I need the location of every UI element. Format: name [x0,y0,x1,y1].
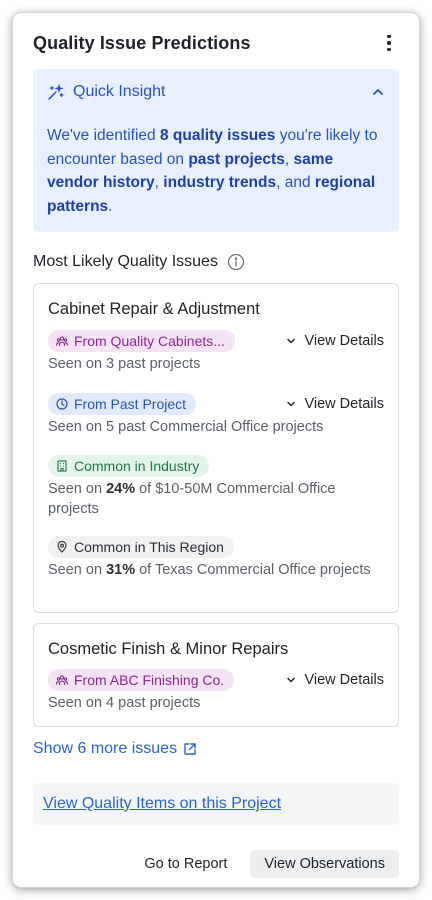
issue-title: Cabinet Repair & Adjustment [48,300,260,318]
issue-card: Cosmetic Finish & Minor Repairs From ABC… [33,623,399,727]
people-group-icon [56,336,68,346]
issue-source-row: From ABC Finishing Co. View Details Seen… [48,669,384,714]
view-details-button[interactable]: View Details [286,396,384,412]
external-link-icon [184,743,196,755]
panel-title: Quality Issue Predictions [33,32,251,53]
region-tag: Common in This Region [48,536,234,558]
panel-header: Quality Issue Predictions [33,31,399,55]
section-title: Most Likely Quality Issues [33,253,218,270]
issue-card: Cabinet Repair & Adjustment From Quality… [33,283,399,613]
view-quality-items-link[interactable]: View Quality Items on this Project [43,795,281,813]
quality-predictions-panel: Quality Issue Predictions Quick Insight … [13,13,419,887]
vendor-tag: From Quality Cabinets... [48,330,235,352]
vendor-tag: From ABC Finishing Co. [48,669,235,691]
info-icon[interactable] [227,253,245,271]
clock-icon [56,398,68,410]
quick-insight-text: We've identified 8 quality issues you're… [47,127,378,215]
section-header: Most Likely Quality Issues [33,251,399,273]
issue-source-row: From Past Project View Details Seen on 5… [48,393,384,438]
past-project-tag: From Past Project [48,393,197,415]
quick-insight-title: Quick Insight [73,83,166,100]
kebab-menu-icon[interactable] [379,31,399,55]
quick-insight-box: Quick Insight We've identified 8 quality… [33,69,399,232]
chevron-up-icon[interactable] [371,85,385,99]
seen-percent: Seen on 24% of $10-50M Commercial Office… [48,481,336,517]
insight-issue-count: 8 quality issues [159,127,276,144]
issue-source-row: Common in This Region Seen on 31% of Tex… [48,536,384,581]
view-details-button[interactable]: View Details [286,672,384,688]
view-details-button[interactable]: View Details [286,333,384,349]
panel-footer: Go to Report View Observations [132,850,399,878]
industry-tag: Common in Industry [48,455,210,477]
seen-count: Seen on 3 past projects [48,356,201,372]
chevron-down-icon [287,677,296,683]
issue-source-row: From Quality Cabinets... View Details Se… [48,330,384,375]
issue-source-row: Common in Industry Seen on 24% of $10-50… [48,455,384,519]
view-observations-button[interactable]: View Observations [250,850,399,878]
quick-insight-toggle[interactable]: Quick Insight [47,81,385,103]
chevron-down-icon [287,401,296,407]
location-pin-icon [57,541,67,553]
people-group-icon [56,675,68,685]
seen-count: Seen on 4 past projects [48,695,201,711]
issue-title: Cosmetic Finish & Minor Repairs [48,640,289,658]
go-to-report-button[interactable]: Go to Report [132,850,239,878]
seen-percent: Seen on 31% of Texas Commercial Office p… [48,562,371,578]
quality-items-box: View Quality Items on this Project [33,783,399,825]
chevron-down-icon [287,338,296,344]
show-more-issues-link[interactable]: Show 6 more issues [33,738,197,760]
seen-count: Seen on 5 past Commercial Office project… [48,419,324,435]
sparkle-icon [48,83,64,100]
building-icon [57,460,67,472]
